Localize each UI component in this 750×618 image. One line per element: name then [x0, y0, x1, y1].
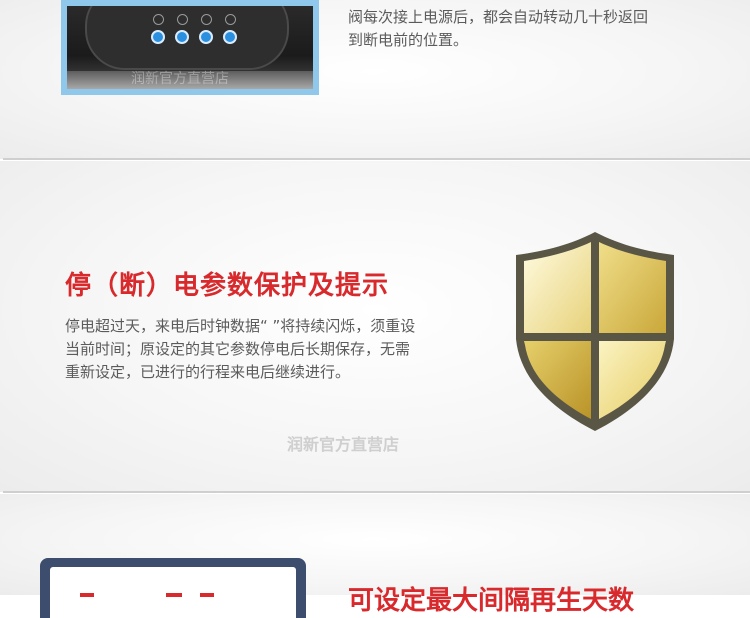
controller-body: 润新官方直营店 — [67, 6, 313, 89]
indicator-led — [153, 14, 164, 25]
auto-return-description: 阀每次接上电源后，都会自动转动几十秒返回 到断电前的位置。 — [348, 6, 718, 52]
description-line: 停电超过天，来电后时钟数据“ ”将持续闪烁，须重设 — [65, 317, 416, 335]
section-divider — [3, 158, 750, 160]
photo-watermark: 润新官方直营店 — [131, 71, 229, 87]
description-line: 到断电前的位置。 — [348, 31, 469, 49]
section-power-failure-protection: 停（断）电参数保护及提示 停电超过天，来电后时钟数据“ ”将持续闪烁，须重设 当… — [0, 161, 750, 492]
panel-button-icon — [223, 30, 237, 44]
indicator-led — [225, 14, 236, 25]
screen-mark — [200, 593, 214, 597]
store-watermark: 润新官方直营店 — [287, 435, 400, 454]
feature-title: 停（断）电参数保护及提示 — [65, 271, 390, 301]
screen-mark — [80, 593, 94, 597]
section-divider — [3, 491, 750, 493]
shield-icon — [516, 232, 674, 431]
monitor-icon — [40, 558, 306, 618]
feature-title: 可设定最大间隔再生天数 — [348, 586, 635, 616]
feature-description: 停电超过天，来电后时钟数据“ ”将持续闪烁，须重设 当前时间；原设定的其它参数停… — [65, 315, 485, 384]
panel-button-icon — [151, 30, 165, 44]
screen-mark — [166, 593, 182, 597]
description-line: 阀每次接上电源后，都会自动转动几十秒返回 — [348, 8, 649, 26]
panel-button-icon — [175, 30, 189, 44]
indicator-led — [201, 14, 212, 25]
controller-panel — [85, 6, 289, 70]
valve-controller-photo: 润新官方直营店 — [61, 0, 319, 95]
section-regeneration-interval: 可设定最大间隔再生天数 — [0, 494, 750, 618]
monitor-screen — [50, 567, 296, 618]
indicator-led — [177, 14, 188, 25]
description-line: 当前时间；原设定的其它参数停电后长期保存，无需 — [65, 340, 411, 358]
description-line: 重新设定，已进行的行程来电后继续进行。 — [65, 363, 351, 381]
panel-button-icon — [199, 30, 213, 44]
section-auto-return: 润新官方直营店 阀每次接上电源后，都会自动转动几十秒返回 到断电前的位置。 — [0, 0, 750, 159]
